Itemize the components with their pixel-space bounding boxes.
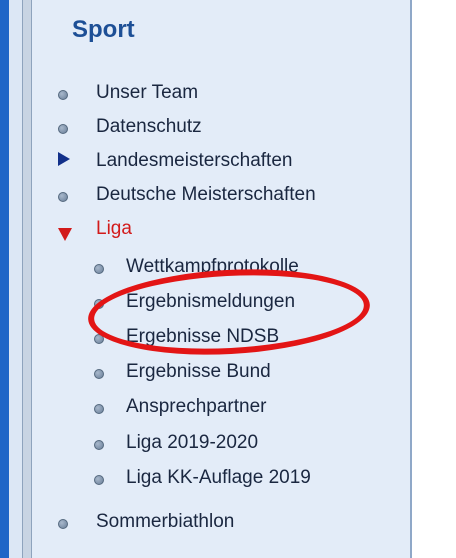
sidebar-item-unser-team[interactable]: Unser Team	[96, 82, 198, 104]
bullet-icon	[94, 440, 104, 450]
left-gap-strip	[9, 0, 22, 558]
sidebar-item-landesmeisterschaften[interactable]: Landesmeisterschaften	[96, 150, 292, 172]
bullet-icon	[58, 90, 68, 100]
bullet-icon	[58, 519, 68, 529]
submenu-item-ansprechpartner[interactable]: Ansprechpartner	[126, 396, 266, 418]
sidebar-outer-frame	[22, 0, 32, 558]
content-area	[412, 0, 456, 558]
sidebar-heading: Sport	[72, 16, 135, 43]
triangle-down-icon	[58, 228, 72, 241]
bullet-icon	[58, 124, 68, 134]
submenu-item-ergebnisse-bund[interactable]: Ergebnisse Bund	[126, 361, 271, 383]
bullet-icon	[58, 192, 68, 202]
submenu-item-liga-kk-auflage-2019[interactable]: Liga KK-Auflage 2019	[126, 467, 311, 489]
bullet-icon	[94, 264, 104, 274]
sidebar-item-datenschutz[interactable]: Datenschutz	[96, 116, 202, 138]
triangle-right-icon	[58, 152, 70, 166]
bullet-icon	[94, 369, 104, 379]
sidebar-item-liga[interactable]: Liga	[96, 218, 132, 240]
sidebar-item-deutsche-meisterschaften[interactable]: Deutsche Meisterschaften	[96, 184, 316, 206]
submenu-item-liga-2019-2020[interactable]: Liga 2019-2020	[126, 432, 258, 454]
sidebar-item-sommerbiathlon[interactable]: Sommerbiathlon	[96, 511, 234, 533]
bullet-icon	[94, 404, 104, 414]
bullet-icon	[94, 475, 104, 485]
left-accent-bar	[0, 0, 9, 558]
